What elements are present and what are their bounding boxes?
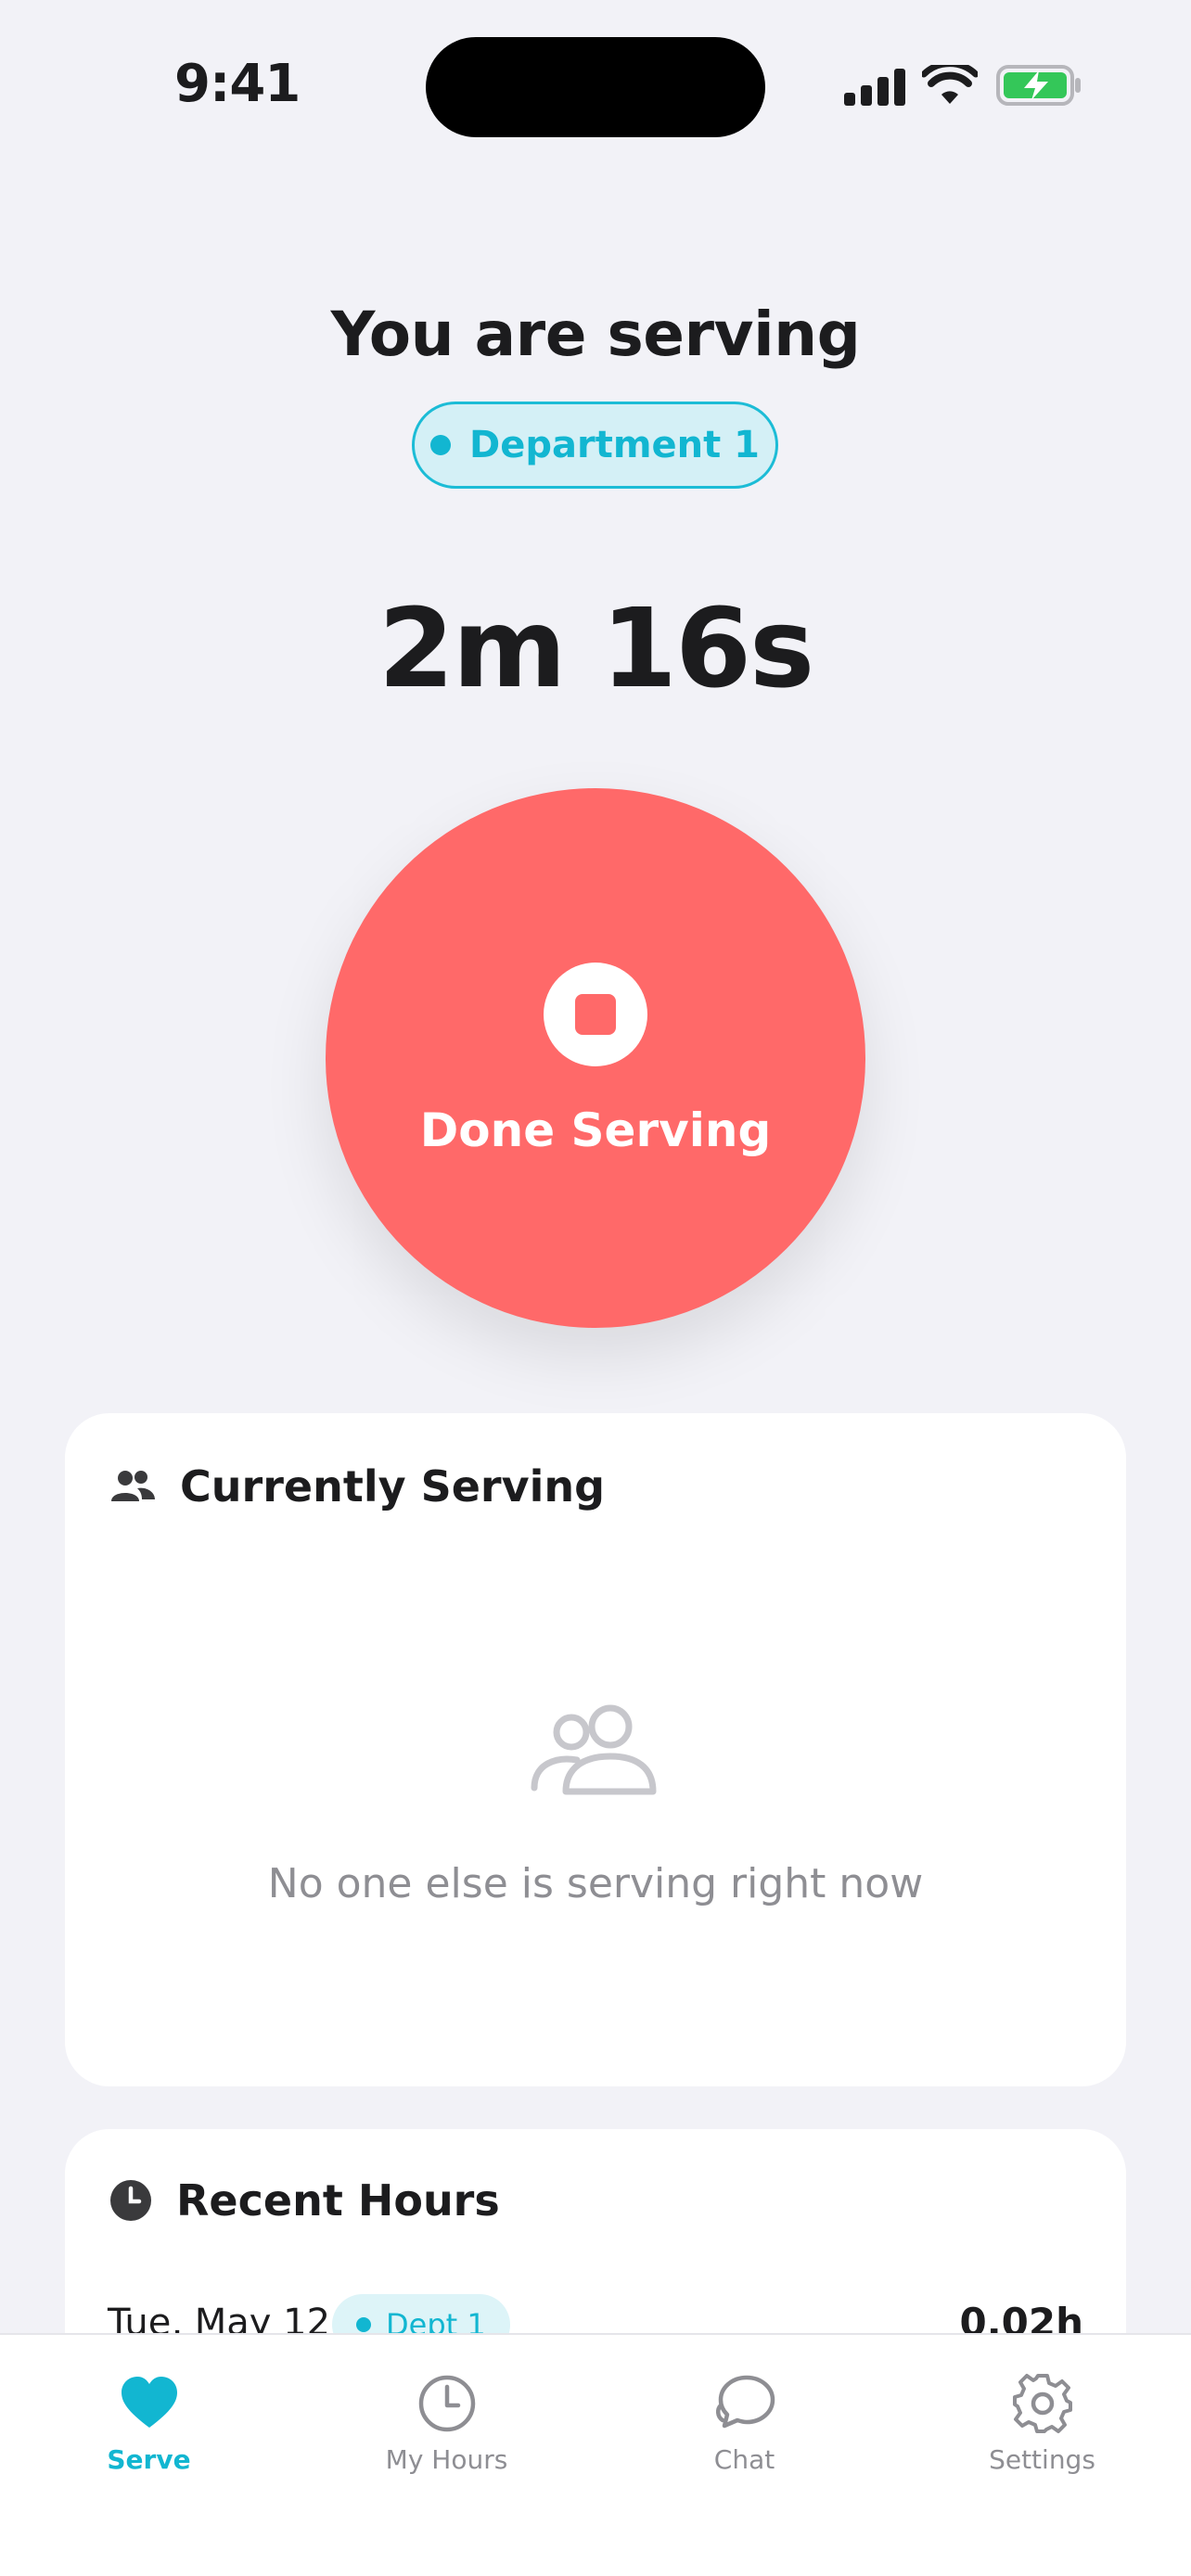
tab-chat-label: Chat [713,2444,775,2475]
chat-bubble-icon [715,2375,775,2429]
stop-icon [544,963,647,1066]
status-time: 9:41 [174,54,301,114]
clock-filled-icon [110,2180,151,2221]
recent-hours-header: Recent Hours [109,2175,500,2225]
done-serving-label: Done Serving [419,1103,772,1157]
recent-hours-title: Recent Hours [176,2175,500,2225]
tab-my-hours-label: My Hours [385,2444,508,2475]
serving-timer: 2m 16s [378,584,815,712]
wifi-icon [922,65,978,104]
people-icon [111,1471,155,1501]
done-serving-button[interactable]: Done Serving [326,788,865,1328]
tab-chat[interactable]: Chat [596,2335,893,2511]
tab-serve[interactable]: Serve [0,2335,298,2511]
currently-serving-title: Currently Serving [180,1461,606,1511]
battery-charging-icon [996,65,1081,106]
department-dot-icon [430,435,452,455]
gear-icon [1012,2374,1072,2433]
tab-settings[interactable]: Settings [893,2335,1191,2511]
department-label: Department 1 [469,424,760,466]
tab-serve-label: Serve [107,2444,191,2475]
serving-title: You are serving [330,299,861,370]
people-outline-icon [531,1704,657,1795]
cellular-signal-icon [844,69,905,106]
dynamic-island [426,37,765,137]
currently-serving-card: Currently Serving No one else is serving… [65,1413,1126,2086]
empty-serving-message: No one else is serving right now [267,1860,924,1907]
clock-icon [418,2375,475,2432]
department-badge[interactable]: Department 1 [412,402,778,489]
serve-screen: 9:41 You are serving Department 1 2m 16s [0,0,1191,2576]
heart-icon [121,2377,177,2428]
tab-settings-label: Settings [989,2444,1095,2475]
dept-dot-icon [356,2317,371,2332]
tab-my-hours[interactable]: My Hours [298,2335,596,2511]
status-bar: 9:41 [0,0,1191,158]
tab-bar: Serve My Hours Chat Settings [0,2333,1191,2576]
currently-serving-header: Currently Serving [109,1461,605,1511]
